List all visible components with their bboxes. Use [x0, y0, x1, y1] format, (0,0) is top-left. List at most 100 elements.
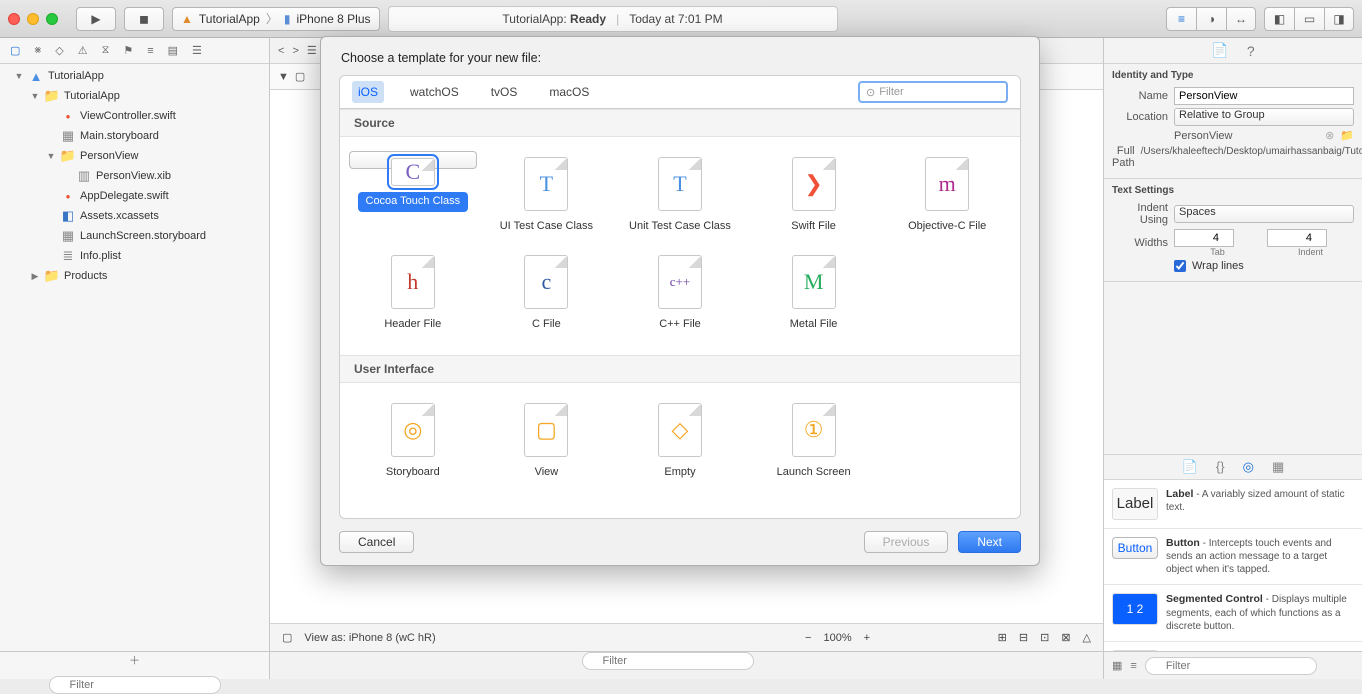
grid-view-icon[interactable]: ▦	[1112, 659, 1122, 672]
constraints-icon[interactable]: ⊞	[998, 631, 1007, 644]
symbol-navigator-tab[interactable]: ◇	[55, 44, 63, 57]
add-icon[interactable]: ＋	[129, 652, 140, 668]
template-item[interactable]: hHeader File	[349, 249, 477, 341]
tree-row[interactable]: ▼▲TutorialApp	[0, 66, 269, 86]
disclosure-icon[interactable]: ▶	[30, 271, 40, 282]
code-snippet-library-tab[interactable]: {}	[1216, 459, 1225, 474]
issue-navigator-tab[interactable]: ⧖	[102, 44, 110, 57]
list-view-icon[interactable]: ≡	[1130, 660, 1136, 672]
zoom-window-icon[interactable]	[46, 13, 58, 25]
toggle-inspector-button[interactable]: ◨	[1324, 7, 1354, 31]
test-navigator-tab[interactable]: ⚑	[123, 44, 133, 57]
template-item[interactable]: ▢View	[482, 397, 610, 489]
media-library-tab[interactable]: ▦	[1272, 459, 1284, 475]
platform-tab-tvos[interactable]: tvOS	[485, 81, 524, 103]
toggle-debug-button[interactable]: ▭	[1294, 7, 1324, 31]
device-config-icon[interactable]: ▢	[282, 631, 292, 644]
template-item[interactable]: ①Launch Screen	[750, 397, 878, 489]
version-editor-button[interactable]: ↔	[1226, 7, 1256, 31]
template-item[interactable]: mObjective-C File	[883, 151, 1011, 243]
previous-button[interactable]: Previous	[864, 531, 949, 553]
quick-help-tab[interactable]: ?	[1247, 43, 1255, 59]
template-item[interactable]: CCocoa Touch Class	[349, 151, 477, 169]
navigator-filter-input[interactable]	[49, 676, 221, 694]
zoom-value[interactable]: 100%	[823, 632, 851, 644]
close-window-icon[interactable]	[8, 13, 20, 25]
template-item[interactable]: TUnit Test Case Class	[616, 151, 744, 243]
location-select[interactable]: Relative to Group	[1174, 108, 1354, 126]
template-item[interactable]: MMetal File	[750, 249, 878, 341]
tree-row[interactable]: ▶📁Products	[0, 266, 269, 286]
scheme-selector[interactable]: ▲ TutorialApp 〉 ▮ iPhone 8 Plus	[172, 7, 380, 31]
template-item[interactable]: ◎Storyboard	[349, 397, 477, 489]
object-library-list[interactable]: LabelLabel - A variably sized amount of …	[1104, 480, 1362, 652]
debug-navigator-tab[interactable]: ≡	[147, 45, 153, 57]
choose-folder-icon[interactable]: 📁	[1340, 129, 1354, 142]
library-item[interactable]: 1 2Segmented Control - Displays multiple…	[1104, 585, 1362, 642]
zoom-out-button[interactable]: −	[805, 632, 811, 644]
toggle-navigator-button[interactable]: ◧	[1264, 7, 1294, 31]
object-library-tab[interactable]: ◎	[1243, 459, 1254, 475]
storyboard-file-icon: ▦	[60, 128, 76, 144]
platform-tab-ios[interactable]: iOS	[352, 81, 384, 103]
template-item[interactable]: c++C++ File	[616, 249, 744, 341]
pin-icon[interactable]: ⊠	[1061, 631, 1070, 644]
template-item[interactable]: cC File	[482, 249, 610, 341]
library-item[interactable]: LabelLabel - A variably sized amount of …	[1104, 480, 1362, 529]
report-navigator-tab[interactable]: ☰	[192, 44, 202, 57]
template-item[interactable]: ❯Swift File	[750, 151, 878, 243]
disclosure-icon[interactable]: ▼	[14, 71, 24, 81]
tree-row[interactable]: ◧Assets.xcassets	[0, 206, 269, 226]
tree-row[interactable]: ▦LaunchScreen.storyboard	[0, 226, 269, 246]
indent-width-stepper[interactable]	[1267, 229, 1327, 247]
tree-row[interactable]: •ViewController.swift	[0, 106, 269, 126]
tree-row[interactable]: ≣Info.plist	[0, 246, 269, 266]
project-tree[interactable]: ▼▲TutorialApp▼📁TutorialApp•ViewControlle…	[0, 64, 269, 651]
related-items-icon[interactable]: ☰	[307, 44, 317, 57]
template-grid[interactable]: SourceCCocoa Touch ClassTUI Test Case Cl…	[339, 109, 1021, 519]
run-button[interactable]: ▶	[76, 7, 116, 31]
cancel-button[interactable]: Cancel	[339, 531, 414, 553]
clear-location-icon[interactable]: ⊗	[1325, 129, 1334, 142]
library-filter-input[interactable]	[1145, 657, 1317, 675]
align-icon[interactable]: ⊡	[1040, 631, 1049, 644]
back-button[interactable]: <	[278, 45, 284, 57]
tree-row[interactable]: ▼📁PersonView	[0, 146, 269, 166]
next-button[interactable]: Next	[958, 531, 1021, 553]
tree-row[interactable]: ▥PersonView.xib	[0, 166, 269, 186]
wrap-lines-checkbox[interactable]	[1174, 260, 1186, 272]
find-navigator-tab[interactable]: ⚠	[78, 44, 88, 57]
indent-using-select[interactable]: Spaces	[1174, 205, 1354, 223]
outline-disclosure-icon[interactable]: ▼	[278, 71, 289, 83]
breakpoint-navigator-tab[interactable]: ▤	[168, 44, 178, 57]
disclosure-icon[interactable]: ▼	[30, 91, 40, 101]
forward-button[interactable]: >	[292, 45, 298, 57]
minimize-window-icon[interactable]	[27, 13, 39, 25]
template-label: Cocoa Touch Class	[358, 192, 469, 212]
zoom-in-button[interactable]: +	[864, 632, 870, 644]
platform-tab-watchos[interactable]: watchOS	[404, 81, 465, 103]
outline-filter-input[interactable]	[582, 652, 754, 670]
file-template-library-tab[interactable]: 📄	[1182, 459, 1198, 475]
name-field[interactable]	[1174, 87, 1354, 105]
template-filter-input[interactable]: ⊙ Filter	[858, 81, 1008, 103]
tree-row[interactable]: ▼📁TutorialApp	[0, 86, 269, 106]
view-as-label[interactable]: View as: iPhone 8 (wC hR)	[304, 632, 435, 644]
tab-width-stepper[interactable]	[1174, 229, 1234, 247]
resolve-icon[interactable]: △	[1083, 631, 1091, 644]
assistant-editor-button[interactable]: ◑	[1196, 7, 1226, 31]
library-item[interactable]: TextText Field - Displays editable text	[1104, 642, 1362, 651]
embed-icon[interactable]: ⊟	[1019, 631, 1028, 644]
stop-button[interactable]: ◼	[124, 7, 164, 31]
standard-editor-button[interactable]: ≡	[1166, 7, 1196, 31]
template-item[interactable]: ◇Empty	[616, 397, 744, 489]
tree-row[interactable]: •AppDelegate.swift	[0, 186, 269, 206]
tree-row[interactable]: ▦Main.storyboard	[0, 126, 269, 146]
file-inspector-tab[interactable]: 📄	[1211, 42, 1228, 59]
source-control-navigator-tab[interactable]: ⨳	[34, 44, 41, 57]
project-navigator-tab[interactable]: ▢	[10, 44, 20, 57]
platform-tab-macos[interactable]: macOS	[543, 81, 595, 103]
library-item[interactable]: ButtonButton - Intercepts touch events a…	[1104, 529, 1362, 586]
disclosure-icon[interactable]: ▼	[46, 151, 56, 161]
template-item[interactable]: TUI Test Case Class	[482, 151, 610, 243]
